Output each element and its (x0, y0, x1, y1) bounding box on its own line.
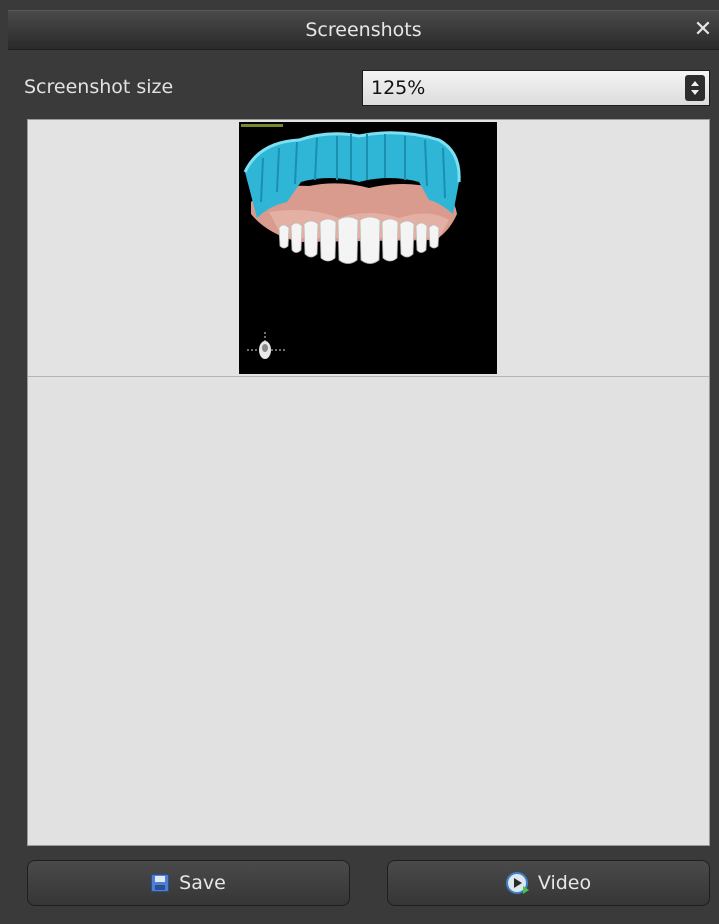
save-button[interactable]: Save (27, 860, 350, 906)
screenshot-size-row: Screenshot size 125% (8, 58, 719, 118)
screenshots-window: Screenshots ✕ Screenshot size 125% Save … (0, 0, 719, 924)
dental-model-thumbnail (239, 122, 497, 374)
screenshot-size-select[interactable]: 125% (362, 70, 710, 106)
screenshot-size-label: Screenshot size (24, 76, 174, 98)
floppy-disk-icon (151, 874, 170, 892)
video-play-icon (505, 872, 529, 894)
screenshot-thumbnail[interactable] (239, 122, 497, 374)
window-title: Screenshots (305, 19, 422, 41)
screenshot-thumbnail-strip (28, 120, 709, 377)
video-button[interactable]: Video (387, 860, 710, 906)
video-button-label: Video (537, 872, 592, 894)
screenshot-size-value: 125% (371, 77, 426, 99)
screenshot-preview-area (27, 119, 710, 846)
close-icon[interactable]: ✕ (689, 11, 717, 49)
spinner-arrows-icon[interactable] (685, 75, 705, 101)
title-bar[interactable]: Screenshots ✕ (8, 10, 719, 50)
save-button-label: Save (179, 872, 226, 894)
